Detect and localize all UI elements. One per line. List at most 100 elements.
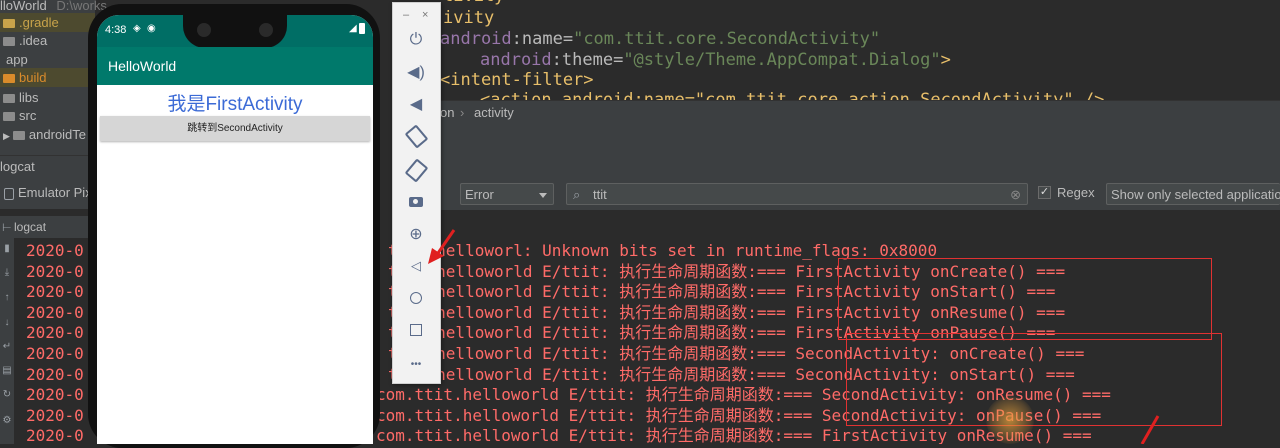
- code-tag: <action android:name="com.ttit.core.acti…: [480, 90, 1105, 100]
- code-attr: :name=: [511, 29, 574, 49]
- regex-checkbox[interactable]: ✓: [1038, 186, 1051, 199]
- log-line-timestamp: 2020-0: [26, 385, 84, 405]
- power-button[interactable]: ⏻: [402, 28, 430, 52]
- emulator-screen[interactable]: 4:38 ◈ ◉ ◢ HelloWorld 我是FirstActivity 跳转…: [97, 15, 373, 444]
- sync-icon: ◉: [147, 23, 156, 34]
- volume-up-button[interactable]: ◀): [402, 60, 430, 84]
- rotate-left-icon: [404, 123, 428, 149]
- tree-item-label: libs: [19, 90, 39, 105]
- down-icon[interactable]: ↓: [2, 318, 12, 328]
- code-line-2: ivity: [443, 8, 494, 28]
- emulator-toolbar: – × ⏻ ◀) ◀ ⊕ ◁ •••: [392, 2, 441, 384]
- arrow-shaft: [434, 229, 456, 257]
- settings-icon[interactable]: ⚙: [2, 416, 12, 426]
- overview-button[interactable]: [402, 318, 430, 342]
- logcat-panel-header: logcat: [0, 155, 95, 180]
- app-filter-select[interactable]: Show only selected application: [1106, 183, 1280, 205]
- restart-icon[interactable]: ↻: [2, 390, 12, 400]
- log-level-select[interactable]: Error: [460, 183, 554, 205]
- tree-item-idea[interactable]: .idea: [0, 31, 47, 50]
- logcat-filter-bar: Error ⌕ ttit ⊗ ✓ Regex Show only selecte…: [440, 176, 1280, 210]
- lens: [413, 199, 418, 204]
- search-value: ttit: [593, 187, 607, 202]
- code-text: tivity: [443, 0, 504, 6]
- folder-icon: [3, 112, 15, 121]
- zoom-icon: ⊕: [409, 226, 423, 243]
- log-line-timestamp: 2020-0: [26, 302, 84, 322]
- tree-item-label: src: [19, 108, 37, 123]
- code-tag: >: [940, 50, 951, 70]
- rotate-right-icon: [404, 157, 428, 183]
- breadcrumb: on › activity: [440, 100, 1280, 127]
- volume-up-icon: ◀): [407, 64, 425, 81]
- status-time: 4:38: [105, 24, 127, 36]
- code-ns: android: [440, 29, 512, 49]
- power-icon: ⏻: [409, 31, 423, 48]
- jump-to-second-activity-button[interactable]: 跳转到SecondActivity: [100, 116, 370, 141]
- project-tree: lloWorld D:\works .gradle .idea app buil…: [0, 0, 107, 155]
- device-selector[interactable]: Emulator Pix: [0, 179, 95, 209]
- highlight-box-second-activity: [846, 333, 1222, 426]
- tree-item-libs[interactable]: libs: [0, 88, 39, 107]
- breadcrumb-item[interactable]: activity: [474, 105, 514, 120]
- app-title: HelloWorld: [108, 58, 177, 74]
- scroll-end-icon[interactable]: ⤓: [2, 268, 12, 278]
- folder-icon: [3, 19, 15, 28]
- up-icon[interactable]: ↑: [2, 293, 12, 303]
- tree-item-build[interactable]: build: [0, 68, 95, 87]
- rotate-right-button[interactable]: [402, 157, 430, 183]
- more-button[interactable]: •••: [402, 352, 430, 376]
- code-text: ivity: [443, 8, 495, 28]
- regex-label: Regex: [1057, 185, 1095, 200]
- log-search-input[interactable]: ⌕ ttit ⊗: [566, 183, 1028, 205]
- minimize-button[interactable]: –: [403, 9, 409, 21]
- expand-arrow-icon[interactable]: ▶: [3, 131, 10, 141]
- logcat-tab[interactable]: ⊢ logcat: [0, 216, 95, 238]
- close-button[interactable]: ×: [422, 9, 428, 21]
- logcat-tab-label: logcat: [14, 220, 47, 234]
- log-line-timestamp: 2020-0: [26, 241, 84, 260]
- clear-icon[interactable]: ⊗: [1010, 184, 1021, 206]
- code-line-6: <action android:name="com.ttit.core.acti…: [480, 90, 1104, 100]
- code-editor[interactable]: tivity ivity android:name="com.ttit.core…: [440, 0, 1280, 100]
- tree-item-androidtest[interactable]: ▶ androidTe: [0, 125, 86, 144]
- home-button[interactable]: [402, 286, 430, 310]
- log-line-timestamp: 2020-0: [26, 426, 84, 444]
- overview-square-icon: [410, 324, 422, 336]
- code-line-4: android:theme="@style/Theme.AppCompat.Di…: [480, 50, 951, 70]
- signal-icon: ◢: [349, 23, 357, 34]
- tree-item-app[interactable]: app: [0, 50, 28, 69]
- logcat-tab-icon: ⊢: [2, 222, 12, 234]
- more-icon: •••: [410, 358, 422, 370]
- code-line-1: tivity: [443, 0, 504, 6]
- screenshot-button[interactable]: [402, 190, 430, 214]
- code-string: "@style/Theme.AppCompat.Dialog": [623, 50, 941, 70]
- annotation-stroke-icon: [1140, 415, 1160, 444]
- delete-icon[interactable]: ▮: [2, 244, 12, 254]
- log-line-timestamp: 2020-0: [26, 282, 84, 302]
- log-line-timestamp: 2020-0: [26, 344, 84, 363]
- wifi-icon: ◈: [133, 23, 141, 34]
- tree-item-src[interactable]: src: [0, 106, 36, 125]
- log-line-timestamp: 2020-0: [26, 261, 84, 281]
- breadcrumb-separator: ›: [460, 105, 465, 120]
- volume-down-button[interactable]: ◀: [402, 92, 430, 116]
- breadcrumb-item[interactable]: on: [440, 105, 454, 120]
- camera-icon: [197, 23, 211, 37]
- project-root-label: lloWorld: [0, 0, 47, 13]
- back-triangle-icon: ◁: [411, 258, 421, 273]
- rotate-left-button[interactable]: [402, 123, 430, 149]
- chevron-down-icon: [539, 193, 547, 198]
- print-icon[interactable]: ▤: [2, 366, 12, 376]
- tree-item-gradle[interactable]: .gradle: [0, 13, 95, 32]
- first-activity-text: 我是FirstActivity: [167, 94, 303, 115]
- home-circle-icon: [410, 292, 422, 304]
- camera-icon: [259, 23, 273, 37]
- wrap-icon[interactable]: ↵: [2, 342, 12, 352]
- tree-item-label: androidTe: [28, 127, 87, 142]
- tree-item-label: .idea: [19, 33, 48, 48]
- device-label: Emulator Pix: [18, 185, 92, 200]
- logcat-side-toolbar: ▮ ⤓ ↑ ↓ ↵ ▤ ↻ ⚙: [0, 238, 14, 444]
- search-icon: ⌕: [573, 187, 581, 202]
- stroke-line: [1140, 415, 1160, 444]
